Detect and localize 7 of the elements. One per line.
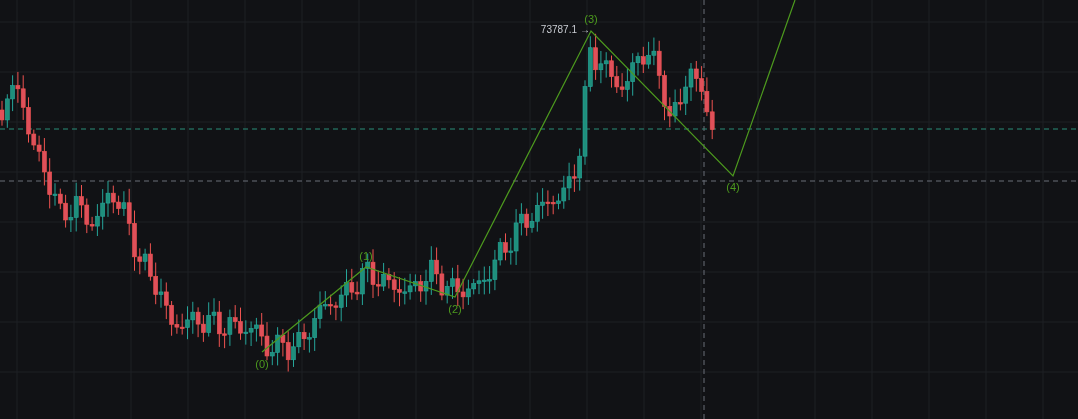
wave-label: (2) xyxy=(448,303,462,315)
arrow-icon: → xyxy=(580,24,590,35)
wave-label: (0) xyxy=(255,358,269,370)
wave-label: (1) xyxy=(359,250,373,262)
price-label: 73787.1 xyxy=(540,24,577,35)
wave-label: (4) xyxy=(726,181,740,193)
wave-label: (3) xyxy=(584,13,598,25)
